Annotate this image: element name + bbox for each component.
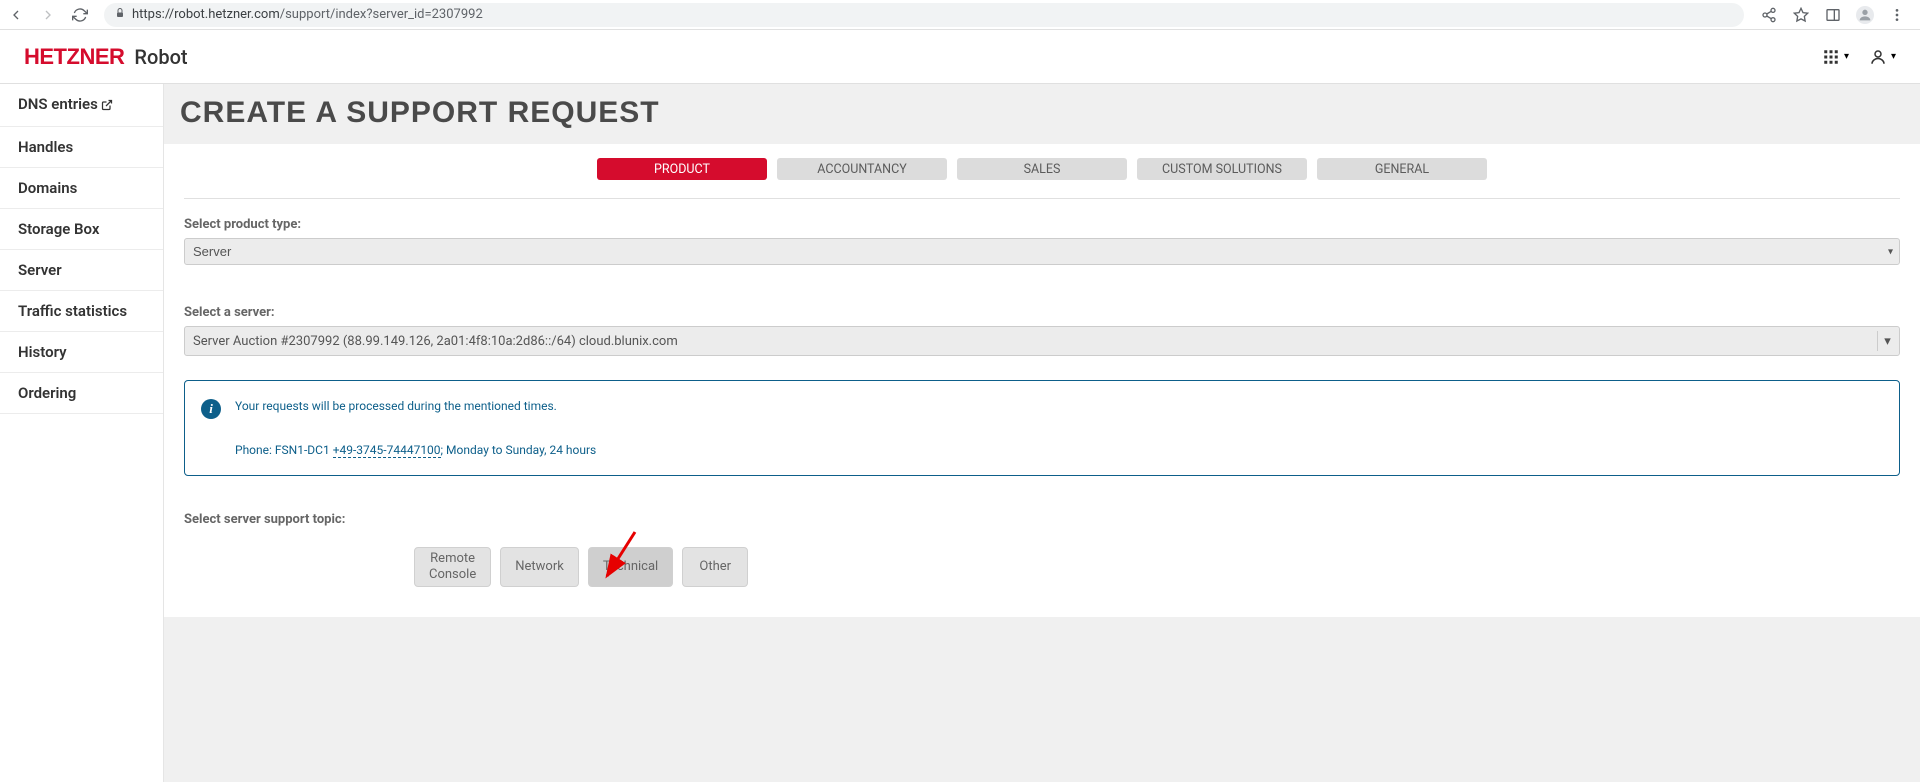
app-name: Robot — [134, 45, 187, 69]
panel-icon[interactable] — [1824, 6, 1842, 24]
topic-other[interactable]: Other — [682, 547, 748, 587]
chevron-down-icon: ▾ — [1877, 331, 1891, 351]
sidebar-item-storage[interactable]: Storage Box — [0, 209, 163, 250]
topic-network[interactable]: Network — [500, 547, 579, 587]
logo[interactable]: HETZNER — [24, 44, 124, 70]
category-tabs: PRODUCT ACCOUNTANCY SALES CUSTOM SOLUTIO… — [184, 158, 1900, 199]
phone-link[interactable]: +49-3745-74447100 — [333, 443, 441, 458]
star-icon[interactable] — [1792, 6, 1810, 24]
user-menu[interactable]: ▾ — [1869, 48, 1896, 66]
info-box: i Your requests will be processed during… — [184, 380, 1900, 476]
tab-custom-solutions[interactable]: CUSTOM SOLUTIONS — [1137, 158, 1307, 180]
label-product-type: Select product type: — [184, 217, 1900, 232]
browser-bar: https://robot.hetzner.com/support/index?… — [0, 0, 1920, 30]
forward-icon[interactable] — [40, 7, 56, 23]
menu-icon[interactable] — [1888, 6, 1906, 24]
select-server-value: Server Auction #2307992 (88.99.149.126, … — [193, 334, 678, 349]
sidebar-item-ordering[interactable]: Ordering — [0, 373, 163, 414]
info-phone: Phone: FSN1-DC1 +49-3745-74447100; Monda… — [235, 443, 1883, 457]
address-bar[interactable]: https://robot.hetzner.com/support/index?… — [104, 3, 1744, 27]
select-product-type[interactable]: Server — [184, 238, 1900, 265]
external-link-icon — [101, 97, 113, 115]
apps-menu[interactable]: ▾ — [1822, 48, 1849, 66]
sidebar-item-label: DNS entries — [18, 95, 98, 113]
info-message: Your requests will be processed during t… — [235, 399, 557, 413]
back-icon[interactable] — [8, 7, 24, 23]
label-select-server: Select a server: — [184, 305, 1900, 320]
sidebar-item-server[interactable]: Server — [0, 250, 163, 291]
topic-remote-console[interactable]: Remote Console — [414, 547, 491, 587]
page-title: CREATE A SUPPORT REQUEST — [164, 84, 1920, 144]
sidebar: DNS entries Handles Domains Storage Box … — [0, 84, 164, 782]
tab-product[interactable]: PRODUCT — [597, 158, 767, 180]
sidebar-item-dns[interactable]: DNS entries — [0, 84, 163, 127]
sidebar-item-traffic[interactable]: Traffic statistics — [0, 291, 163, 332]
reload-icon[interactable] — [72, 7, 88, 23]
info-icon: i — [201, 399, 221, 419]
tab-sales[interactable]: SALES — [957, 158, 1127, 180]
sidebar-item-domains[interactable]: Domains — [0, 168, 163, 209]
select-server[interactable]: Server Auction #2307992 (88.99.149.126, … — [184, 326, 1900, 356]
profile-avatar[interactable] — [1856, 6, 1874, 24]
share-icon[interactable] — [1760, 6, 1778, 24]
topic-label-line1: Remote — [430, 551, 475, 567]
sidebar-item-history[interactable]: History — [0, 332, 163, 373]
sidebar-item-handles[interactable]: Handles — [0, 127, 163, 168]
tab-accountancy[interactable]: ACCOUNTANCY — [777, 158, 947, 180]
lock-icon — [114, 7, 126, 23]
topic-technical[interactable]: Technical — [588, 547, 673, 587]
tab-general[interactable]: GENERAL — [1317, 158, 1487, 180]
label-topic: Select server support topic: — [184, 512, 1900, 527]
app-header: HETZNER Robot ▾ ▾ — [0, 30, 1920, 84]
topic-label-line2: Console — [429, 567, 476, 583]
chevron-down-icon: ▾ — [1844, 51, 1849, 62]
chevron-down-icon: ▾ — [1891, 51, 1896, 62]
